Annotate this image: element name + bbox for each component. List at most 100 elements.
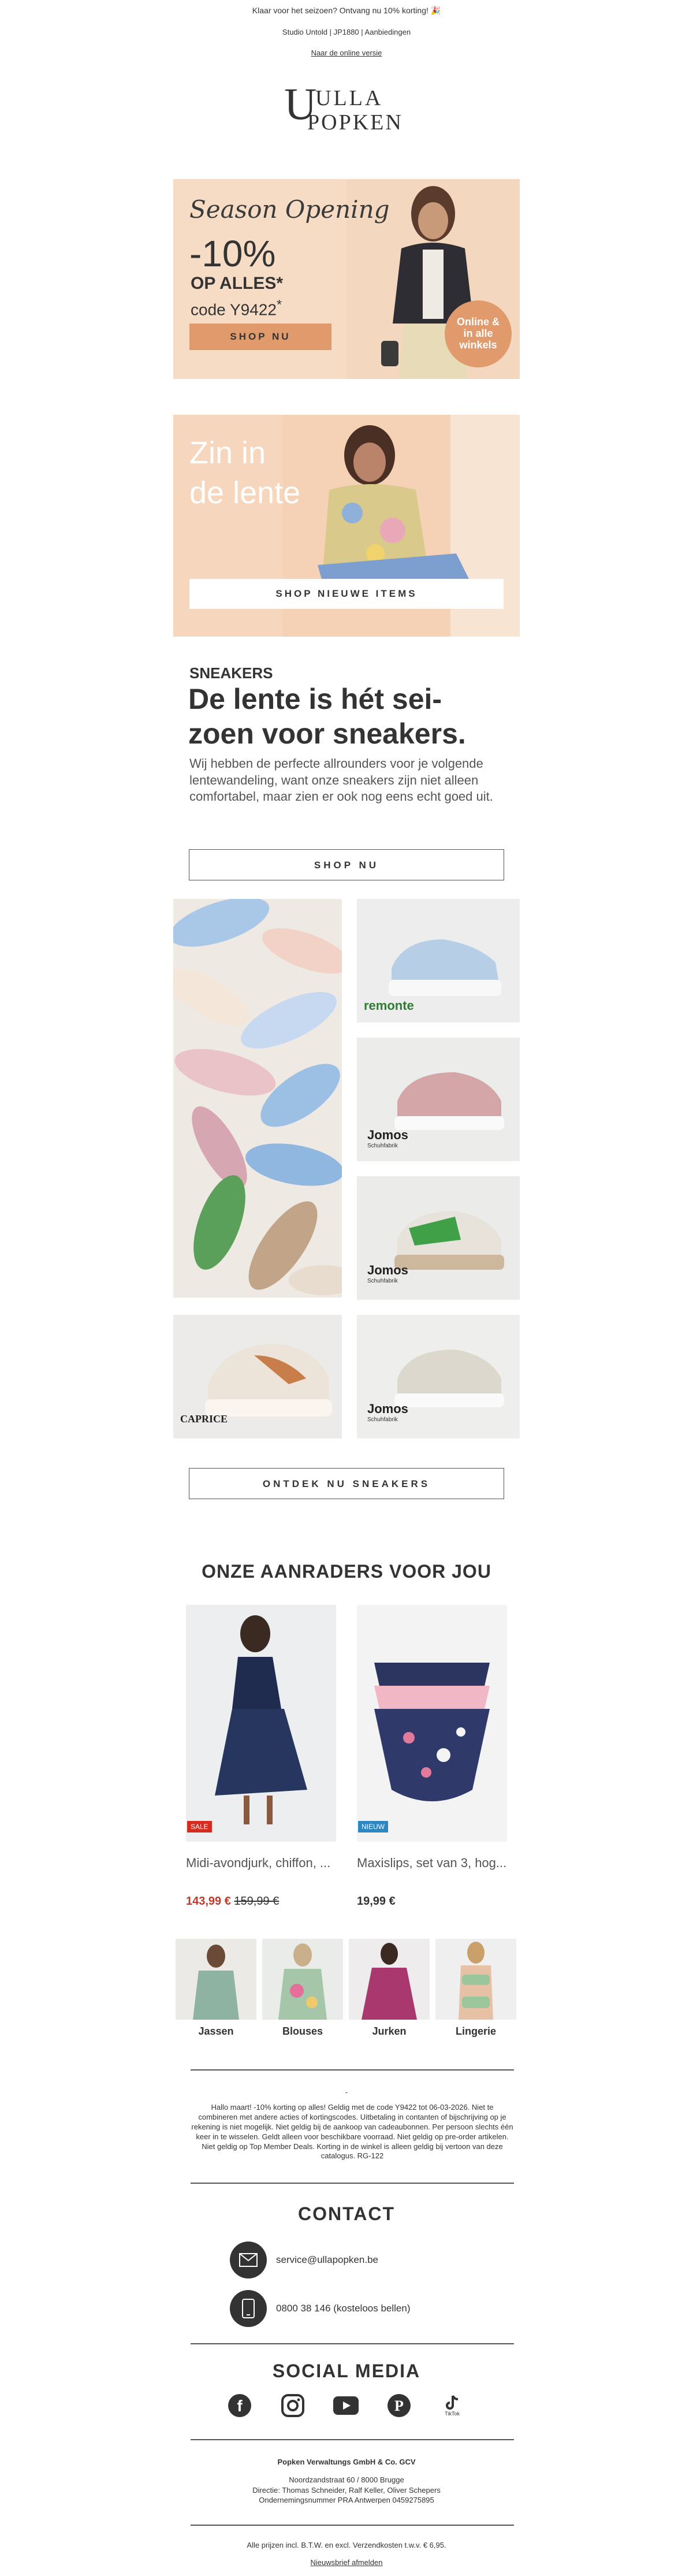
briefs-photo [357, 1605, 507, 1842]
product-price: 19,99 € [357, 1895, 507, 1908]
jomos-green-sneaker-tile[interactable]: Jomos Schuhfabrik [357, 1176, 520, 1300]
category-label[interactable]: Blouses [262, 2025, 343, 2038]
prices-note: Alle prijzen incl. B.T.W. en excl. Verze… [247, 2541, 446, 2549]
divider [191, 2525, 514, 2526]
product-card-dress[interactable]: SALE Midi-avondjurk, chiffon, ... 143,99… [186, 1605, 336, 1908]
contact-title: CONTACT [297, 2203, 396, 2224]
svg-text:P: P [394, 2397, 404, 2414]
product-image-dress[interactable]: SALE [186, 1605, 336, 1842]
contact-email-row[interactable]: service@ullapopken.be [230, 2242, 378, 2278]
top-nav-links[interactable]: Studio Untold | JP1880 | Aanbiedingen [0, 28, 693, 36]
discount-scope: OP ALLES* [191, 274, 284, 293]
dress-photo [186, 1605, 336, 1842]
jacket-photo [176, 1939, 256, 2020]
sneakers-headline: De lente is hét sei- zoen voor sneakers. [188, 682, 512, 751]
jomos-logo-1: Jomos [367, 1128, 408, 1142]
sneakers-collage-image[interactable] [173, 899, 342, 1298]
tiktok-label: TikTok [445, 2411, 460, 2417]
company-registration: Ondernemingsnummer PRA Antwerpen 0459275… [259, 2496, 434, 2505]
company-details: Noordzandstraat 60 / 8000 Brugge Directi… [0, 2475, 693, 2506]
facebook-icon[interactable]: f [227, 2393, 252, 2418]
ulla-popken-logo[interactable]: U ULLA POPKEN [283, 79, 410, 135]
divider [191, 2069, 514, 2071]
category-image-lingerie[interactable] [435, 1939, 516, 2020]
category-jassen[interactable]: Jassen [176, 1939, 256, 2038]
blouse-photo [262, 1939, 343, 2020]
sneakers-headline-line1: De lente is hét sei- [188, 683, 442, 715]
sale-tag: SALE [187, 1821, 212, 1832]
season-opening-banner[interactable]: Season Opening -10% OP ALLES* code Y9422… [173, 179, 520, 379]
jomos-sub-2: Schuhfabrik [367, 1278, 398, 1284]
category-label[interactable]: Jassen [176, 2025, 256, 2038]
company-name: Popken Verwaltungs GmbH & Co. GCV [277, 2458, 416, 2466]
jomos-pink-sneaker-tile[interactable]: Jomos Schuhfabrik [357, 1038, 520, 1161]
caprice-sneaker-tile[interactable]: CAPRICE [173, 1315, 342, 1438]
dress-category-photo [349, 1939, 430, 2020]
company-address: Noordzandstraat 60 / 8000 Brugge [289, 2475, 404, 2484]
category-label[interactable]: Lingerie [435, 2025, 516, 2038]
product-name[interactable]: Midi-avondjurk, chiffon, ... [186, 1856, 336, 1871]
product-price: 143,99 € 159,99 € [186, 1895, 336, 1908]
sale-price: 143,99 € [186, 1895, 231, 1908]
remonte-sneaker-tile[interactable]: remonte [357, 899, 520, 1023]
social-icons-row: f P TikTok [227, 2393, 465, 2418]
spring-title: Zin in de lente [189, 433, 300, 512]
svg-text:f: f [237, 2397, 243, 2415]
shop-now-button-sneakers[interactable]: SHOP NU [189, 849, 504, 880]
old-price: 159,99 € [234, 1895, 280, 1908]
category-label[interactable]: Jurken [349, 2025, 430, 2038]
contact-phone-row[interactable]: 0800 38 146 (kosteloos bellen) [230, 2290, 411, 2327]
product-image-briefs[interactable]: NIEUW [357, 1605, 507, 1842]
discount-code-text: code Y9422 [191, 300, 277, 319]
pinterest-icon[interactable]: P [386, 2393, 412, 2418]
tiktok-icon[interactable]: TikTok [439, 2393, 465, 2418]
shop-now-button-hero[interactable]: SHOP NU [189, 324, 331, 350]
unsubscribe-link[interactable]: Nieuwsbrief afmelden [0, 2558, 693, 2567]
jomos-sub-3: Schuhfabrik [367, 1417, 398, 1423]
lingerie-photo [435, 1939, 516, 2020]
contact-email[interactable]: service@ullapopken.be [276, 2254, 378, 2266]
discount-code: code Y9422* [191, 297, 282, 319]
category-image-blouses[interactable] [262, 1939, 343, 2020]
new-tag: NIEUW [358, 1821, 388, 1832]
category-lingerie[interactable]: Lingerie [435, 1939, 516, 2038]
jomos-logo-3: Jomos [367, 1402, 408, 1416]
youtube-icon[interactable] [333, 2393, 359, 2418]
logo-bottom-text: POPKEN [307, 110, 403, 133]
social-media-title: SOCIAL MEDIA [272, 2361, 421, 2381]
category-blouses[interactable]: Blouses [262, 1939, 343, 2038]
sneakers-body-text: Wij hebben de perfecte allrounders voor … [189, 756, 493, 804]
spring-banner[interactable]: Zin in de lente SHOP NIEUWE ITEMS [173, 415, 520, 637]
divider [191, 2343, 514, 2344]
jomos-beige-sneaker-tile[interactable]: Jomos Schuhfabrik [357, 1315, 520, 1438]
caprice-logo: CAPRICE [180, 1413, 228, 1425]
discount-code-asterisk: * [276, 297, 282, 312]
category-image-jassen[interactable] [176, 1939, 256, 2020]
sneaker-pile-illustration [173, 899, 342, 1298]
web-version-link[interactable]: Naar de online versie [0, 49, 693, 57]
category-jurken[interactable]: Jurken [349, 1939, 430, 2038]
regular-price: 19,99 € [357, 1895, 396, 1908]
remonte-logo: remonte [364, 998, 414, 1013]
discover-sneakers-button[interactable]: ONTDEK NU SNEAKERS [189, 1468, 504, 1499]
contact-phone[interactable]: 0800 38 146 (kosteloos bellen) [276, 2303, 411, 2314]
spring-title-line1: Zin in [189, 436, 266, 470]
badge-text: Online & in alle winkels [456, 316, 500, 351]
season-opening-script: Season Opening [189, 195, 390, 224]
sneakers-headline-line2: zoen voor sneakers. [188, 718, 466, 750]
jomos-logo-2: Jomos [367, 1263, 408, 1277]
logo-top-text: ULLA [315, 86, 383, 110]
preheader-text: Klaar voor het seizoen? Ontvang nu 10% k… [252, 6, 441, 15]
recommendations-title: ONZE AANRADERS VOOR JOU [202, 1561, 491, 1582]
online-stores-badge: Online & in alle winkels [445, 300, 512, 367]
phone-icon[interactable] [230, 2290, 267, 2327]
instagram-icon[interactable] [280, 2393, 305, 2418]
sneakers-kicker: SNEAKERS [189, 664, 273, 682]
product-card-briefs[interactable]: NIEUW Maxislips, set van 3, hog... 19,99… [357, 1605, 507, 1908]
divider [191, 2183, 514, 2184]
envelope-icon[interactable] [230, 2242, 267, 2278]
shop-new-items-button[interactable]: SHOP NIEUWE ITEMS [189, 579, 504, 609]
product-name[interactable]: Maxislips, set van 3, hog... [357, 1856, 507, 1871]
category-image-jurken[interactable] [349, 1939, 430, 2020]
company-directors: Directie: Thomas Schneider, Ralf Keller,… [252, 2485, 441, 2495]
